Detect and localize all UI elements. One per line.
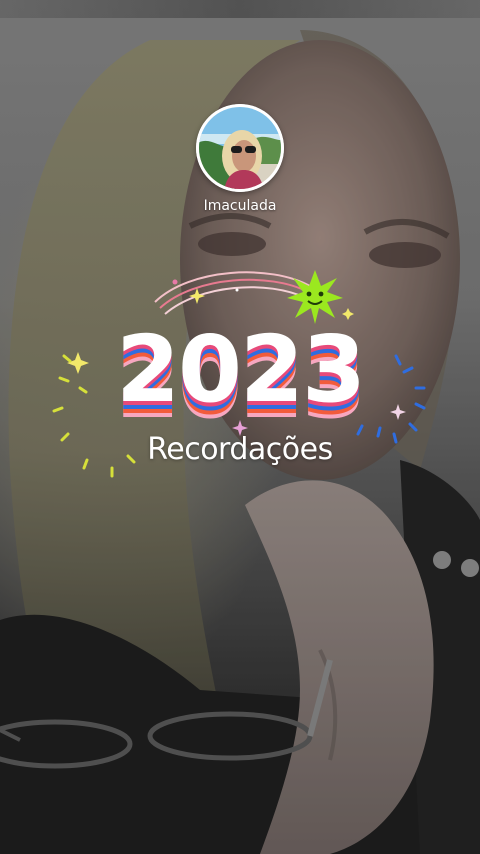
story-screen[interactable]: Imaculada 2023 Recordações	[0, 0, 480, 854]
year-title: 2023	[115, 316, 366, 423]
avatar-photo	[196, 104, 284, 192]
recap-subtitle: Recordações	[147, 432, 333, 467]
story-progress-strip	[0, 0, 480, 18]
recap-badge: 2023 Recordações	[40, 258, 440, 478]
username-label[interactable]: Imaculada	[140, 198, 340, 214]
avatar[interactable]	[196, 104, 284, 192]
